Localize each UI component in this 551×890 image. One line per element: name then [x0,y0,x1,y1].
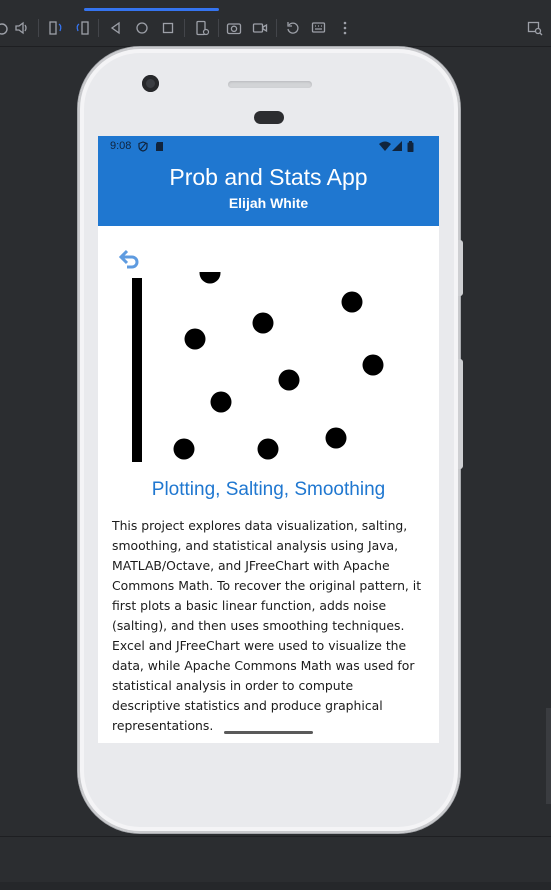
record-video-icon[interactable] [252,20,268,36]
description-line: Commons Math. To recover the original pa… [112,578,422,593]
front-camera [142,75,159,92]
power-button[interactable] [458,240,463,296]
rotate-left-icon[interactable] [48,20,64,36]
camera-icon[interactable] [226,20,242,36]
description-line: Excel and JFreeChart were used to visual… [112,638,407,653]
description-line: descriptive statistics and produce graph… [112,698,383,713]
back-nav-icon[interactable] [108,20,124,36]
description-line: MATLAB/Octave, and JFreeChart with Apach… [112,558,390,573]
undo-arrow-icon[interactable] [118,249,142,271]
app-subtitle: Elijah White [228,195,309,211]
toolbar-separator [98,19,99,37]
app-title: Prob and Stats App [169,164,368,190]
shield-icon [138,141,148,152]
plot-axis-bar [132,278,142,462]
overview-nav-icon[interactable] [160,20,176,36]
description-line: This project explores data visualization… [112,518,408,533]
toolbar-separator [218,19,219,37]
scatter-plot [132,272,384,462]
description-line: statistical analysis in order to compute [112,678,354,693]
divider [0,836,551,837]
emulator-toolbar [0,0,551,47]
earpiece-speaker [228,81,312,88]
status-strip [0,882,551,890]
active-tab-indicator [84,8,219,11]
scatter-point [199,272,221,284]
status-time: 9:08 [110,140,132,152]
reset-icon[interactable] [285,20,301,36]
scatter-point [362,354,384,376]
device-settings-icon[interactable] [194,20,210,36]
gesture-nav-handle[interactable] [224,731,313,734]
power-icon[interactable] [0,20,10,36]
volume-buttons[interactable] [458,359,463,469]
scatter-point [210,391,232,413]
proximity-sensor [254,111,284,124]
more-options-icon[interactable] [337,20,353,36]
volume-icon[interactable] [14,20,30,36]
scrollbar[interactable] [546,708,551,804]
rotate-right-icon[interactable] [74,20,90,36]
scatter-point [173,438,195,460]
scatter-point [252,312,274,334]
description-line: smoothing, and statistical analysis usin… [112,538,399,553]
project-description: This project explores data visualization… [112,516,432,736]
description-line: data, while Apache Commons Math was used… [112,658,415,673]
description-line: (salting), and then uses smoothing techn… [112,618,405,633]
description-line: first plots a basic linear function, add… [112,598,387,613]
app-header: 9:08 Prob and Stats App Elijah White [98,136,439,226]
scatter-point [184,328,206,350]
home-nav-icon[interactable] [134,20,150,36]
wifi-icon [379,141,391,151]
scatter-point [341,291,363,313]
section-title: Plotting, Salting, Smoothing [151,479,386,500]
scatter-point [278,369,300,391]
battery-icon [407,141,414,152]
keyboard-settings-icon[interactable] [311,20,327,36]
scatter-point [325,427,347,449]
toolbar-separator [184,19,185,37]
toolbar-separator [38,19,39,37]
status-bar: 9:08 [98,136,439,156]
scatter-point [257,438,279,460]
toolbar-separator [276,19,277,37]
device-screen: 9:08 Prob and Stats App Elijah White Plo… [98,136,439,743]
sd-card-icon [156,142,163,151]
signal-icon [392,141,402,151]
window-zoom-icon[interactable] [527,20,543,36]
